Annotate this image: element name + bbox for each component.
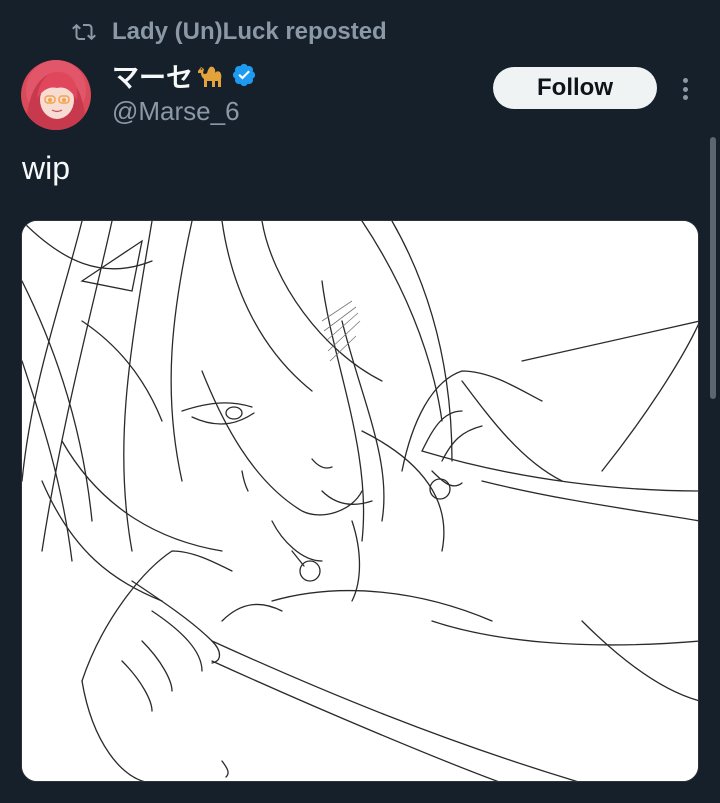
verified-badge-icon xyxy=(232,63,256,87)
repost-icon xyxy=(72,23,96,41)
sketch-image xyxy=(22,221,698,781)
author-block: マーセ @Marse_6 xyxy=(112,56,257,128)
avatar[interactable] xyxy=(21,60,91,130)
tweet-text: wip xyxy=(22,150,71,186)
author-name-line[interactable]: マーセ xyxy=(112,56,257,94)
scrollbar[interactable] xyxy=(710,137,716,399)
more-options-icon[interactable] xyxy=(672,74,698,104)
tweet-page: Lady (Un)Luck reposted マーセ @Marse_6 Foll… xyxy=(0,0,720,803)
author-handle[interactable]: @Marse_6 xyxy=(112,94,257,128)
camel-emoji xyxy=(198,66,222,87)
author-display-name: マーセ xyxy=(112,62,193,93)
repost-text: Lady (Un)Luck reposted xyxy=(112,18,387,45)
follow-button[interactable]: Follow xyxy=(493,67,657,109)
tweet-media-image[interactable] xyxy=(21,220,699,782)
repost-header[interactable]: Lady (Un)Luck reposted xyxy=(72,14,387,50)
